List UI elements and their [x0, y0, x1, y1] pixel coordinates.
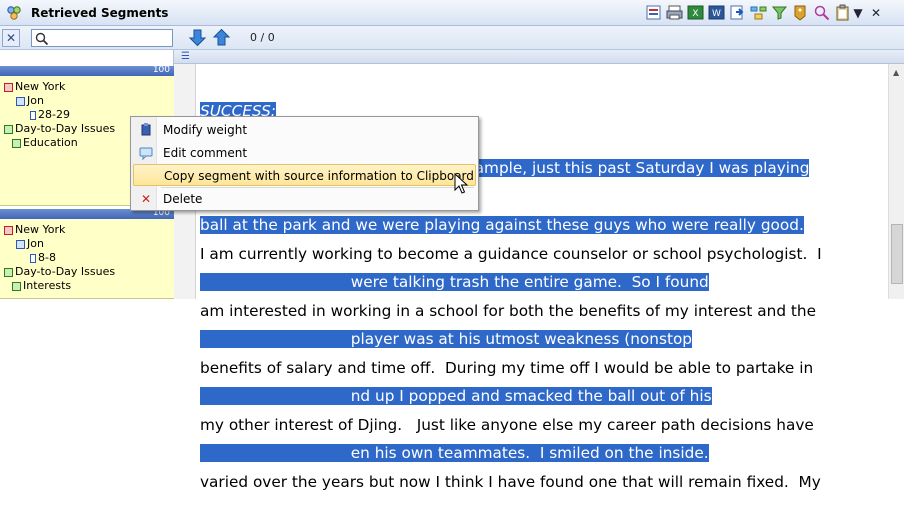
filter-icon[interactable]: [771, 4, 788, 21]
next-result-button[interactable]: [188, 28, 207, 47]
segment-text[interactable]: I am currently working to become a guida…: [200, 207, 822, 530]
segment-info-card[interactable]: 100 New York Jon 8-8 Day-to-Day Issues I…: [0, 208, 174, 299]
modify-weight-menu-item[interactable]: Modify weight: [133, 119, 476, 141]
list-icon[interactable]: ☰: [181, 51, 190, 62]
doc-group-icon: [4, 226, 13, 235]
segment-line: my other interest of Djing. Just like an…: [200, 416, 814, 434]
print-icon[interactable]: [666, 4, 683, 21]
clear-search-button[interactable]: ✕: [2, 29, 20, 47]
code-icon: [4, 268, 13, 277]
edit-comment-menu-item[interactable]: Edit comment: [133, 142, 476, 164]
word-icon[interactable]: W: [708, 4, 725, 21]
segment-line: varied over the years but now I think I …: [200, 473, 821, 491]
context-menu: Modify weight Edit comment Copy segment …: [130, 116, 479, 211]
search-icon: [35, 32, 49, 46]
code-icon: [12, 282, 21, 291]
tree-node[interactable]: Jon: [16, 94, 44, 107]
svg-text:W: W: [712, 9, 721, 19]
paragraph-icon: [30, 254, 36, 263]
window-title: Retrieved Segments: [31, 6, 169, 20]
tree-node[interactable]: Day-to-Day Issues: [4, 122, 115, 135]
title-bar: Retrieved Segments X W ▼ ✕: [0, 0, 904, 26]
weight-icon: [141, 123, 151, 136]
tree-node[interactable]: 28-29: [30, 108, 70, 121]
tree-node[interactable]: New York: [4, 80, 65, 93]
result-counter: 0 / 0: [250, 31, 275, 44]
clipboard-icon[interactable]: [834, 4, 851, 21]
tree-node[interactable]: Day-to-Day Issues: [4, 265, 115, 278]
copy-segment-menu-item[interactable]: Copy segment with source information to …: [133, 164, 476, 186]
delete-icon: ✕: [140, 192, 152, 206]
window-close-button[interactable]: ✕: [870, 6, 882, 20]
doc-group-icon: [4, 83, 13, 92]
segment-weight: 100: [152, 65, 170, 75]
tree-node[interactable]: Jon: [16, 237, 44, 250]
doc-icon: [16, 240, 25, 249]
code-map-icon[interactable]: [750, 4, 767, 21]
scroll-thumb[interactable]: [891, 224, 903, 284]
goto-document-icon[interactable]: [729, 4, 746, 21]
tree-node[interactable]: New York: [4, 223, 65, 236]
tree-node[interactable]: 8-8: [30, 251, 56, 264]
code-icon: [12, 139, 21, 148]
window-controls: ▼ ✕: [852, 6, 882, 20]
export-icon[interactable]: [645, 4, 662, 21]
segment-weight-bar: 100: [0, 65, 174, 76]
previous-result-button[interactable]: [212, 28, 231, 47]
segment-line: am interested in working in a school for…: [200, 302, 816, 320]
search-input[interactable]: [52, 31, 170, 45]
paragraph-icon: [30, 111, 36, 120]
comment-icon: [139, 147, 153, 161]
scroll-up-icon[interactable]: ▲: [893, 68, 899, 77]
excel-icon[interactable]: X: [687, 4, 704, 21]
segment-line: I am currently working to become a guida…: [200, 245, 822, 263]
svg-text:X: X: [692, 9, 698, 19]
code-icon: [4, 125, 13, 134]
vertical-scrollbar[interactable]: ▲: [888, 64, 904, 299]
retrieved-segments-icon: [7, 6, 21, 20]
search-results-icon[interactable]: [813, 4, 830, 21]
title-toolbar: X W: [645, 4, 851, 22]
delete-menu-item[interactable]: ✕ Delete: [133, 188, 476, 210]
tree-node[interactable]: Education: [12, 136, 78, 149]
tree-node[interactable]: Interests: [12, 279, 71, 292]
window-menu-button[interactable]: ▼: [852, 6, 864, 20]
tag-icon[interactable]: [792, 4, 809, 21]
search-toolbar: ✕ 0 / 0: [0, 26, 904, 50]
segment-line: benefits of salary and time off. During …: [200, 359, 814, 377]
search-box[interactable]: [31, 29, 173, 47]
mouse-pointer-icon: [454, 173, 469, 194]
doc-icon: [16, 97, 25, 106]
